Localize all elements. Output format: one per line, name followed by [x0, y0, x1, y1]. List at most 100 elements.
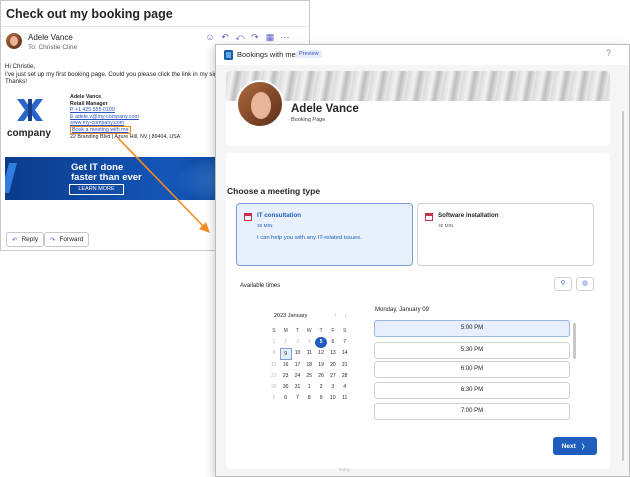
calendar-day[interactable]: 7: [292, 393, 304, 404]
calendar-day[interactable]: 10: [327, 393, 339, 404]
calendar-day[interactable]: 28: [339, 371, 351, 382]
calendar-day[interactable]: 3: [327, 382, 339, 393]
time-slot-scrollbar[interactable]: [573, 323, 576, 359]
calendar-day[interactable]: 11: [339, 393, 351, 404]
host-name: Adele Vance: [291, 103, 359, 115]
time-slot[interactable]: 5:30 PM: [374, 342, 570, 359]
forward-button[interactable]: ↷ Forward: [44, 232, 90, 247]
calendar-day[interactable]: 20: [327, 360, 339, 371]
time-slot[interactable]: 6:00 PM: [374, 361, 570, 378]
calendar-day[interactable]: 31: [292, 382, 304, 393]
globe-icon: ◍: [581, 280, 589, 287]
forward-label: Forward: [59, 236, 84, 243]
time-slot[interactable]: 6:30 PM: [374, 382, 570, 399]
signature-address: 22 Branding Blvd | Azure Hill, NV | 8940…: [70, 133, 181, 140]
sender-avatar[interactable]: [6, 33, 22, 49]
reply-icon[interactable]: ↶: [220, 32, 230, 43]
calendar-day[interactable]: 21: [339, 360, 351, 371]
signature-phone[interactable]: P +1 425 555 0109: [70, 107, 180, 114]
calendar-day[interactable]: 16: [280, 360, 292, 371]
booking-link[interactable]: Book a meeting with me: [70, 125, 131, 134]
body-line: Thanks!: [5, 78, 28, 85]
calendar-day: 2: [284, 339, 288, 346]
reply-all-icon[interactable]: ⤺: [235, 32, 245, 43]
calendar-day[interactable]: 25: [303, 371, 315, 382]
banner-headline: Get IT done faster than ever: [71, 163, 142, 183]
body-line: I've just set up my first booking page. …: [5, 70, 235, 78]
available-times-label: Available times: [240, 283, 281, 289]
calendar-day[interactable]: 2: [315, 382, 327, 393]
calendar-day-today[interactable]: 5: [315, 337, 327, 349]
calendar-day: 4: [307, 339, 311, 346]
calendar-day[interactable]: 26: [315, 371, 327, 382]
calendar-day[interactable]: 30: [280, 382, 292, 393]
email-body: Hi Christie, I've just set up my first b…: [5, 63, 235, 86]
calendar-day[interactable]: 18: [303, 360, 315, 371]
banner-headline-line: faster than ever: [71, 172, 142, 183]
more-icon[interactable]: ⋯: [280, 32, 290, 43]
company-logo-icon: [17, 99, 43, 121]
calendar-day[interactable]: 7: [339, 337, 351, 348]
service-description: I can help you with any IT-related issue…: [257, 235, 362, 241]
calendar-day[interactable]: 4: [339, 382, 351, 393]
choose-heading: Choose a meeting type: [227, 186, 321, 196]
service-name: IT consultation: [257, 212, 301, 219]
calendar-day[interactable]: 19: [315, 360, 327, 371]
emoji-icon[interactable]: ☺: [205, 32, 215, 43]
calendar-week: 29 30 31 1 2 3 4: [268, 382, 358, 393]
service-card-software-installation[interactable]: Software installation 30 MIN: [417, 203, 594, 266]
reply-label: Reply: [21, 236, 39, 243]
calendar-day[interactable]: 13: [327, 348, 339, 359]
calendar-grid: S M T W T F S 1 2 3 4 5 6 7 8 9 10 11 12…: [268, 326, 358, 404]
calendar-week: 5 6 7 8 9 10 11: [268, 393, 358, 404]
weekday-label: S: [272, 328, 276, 334]
calendar-week: 15 16 17 18 19 20 21: [268, 360, 358, 371]
signature-email[interactable]: E adele.v@my-company.com: [70, 114, 180, 121]
calendar-day[interactable]: 17: [292, 360, 304, 371]
learn-more-button[interactable]: LEARN MORE: [69, 184, 124, 195]
recipient-line: To: Christie Cline: [28, 44, 78, 51]
weekday-label: S: [343, 328, 347, 334]
forward-icon[interactable]: ↷: [250, 32, 260, 43]
calendar-day[interactable]: 6: [327, 337, 339, 348]
calendar-day: 1: [272, 339, 276, 346]
next-button[interactable]: Next 〉: [553, 437, 597, 455]
help-icon[interactable]: ?: [606, 48, 611, 58]
calendar-day[interactable]: 14: [339, 348, 351, 359]
calendar-day: 8: [272, 350, 276, 357]
service-card-it-consultation[interactable]: IT consultation 30 MIN I can help you wi…: [236, 203, 413, 266]
today-link[interactable]: Today: [338, 467, 350, 472]
calendar-day[interactable]: 6: [280, 393, 292, 404]
filter-button[interactable]: ⚲: [554, 277, 572, 291]
calendar-day[interactable]: 23: [280, 371, 292, 382]
calendar-day[interactable]: 11: [303, 348, 315, 359]
calendar-day: 5: [272, 395, 276, 402]
calendar-icon: [244, 213, 252, 221]
calendar-day[interactable]: 8: [303, 393, 315, 404]
signature-name: Adele Vance: [70, 94, 102, 100]
preview-badge: Preview: [296, 50, 322, 58]
calendar-day[interactable]: 12: [315, 348, 327, 359]
title-bar: Bookings with me Preview ?: [216, 45, 629, 65]
calendar-day[interactable]: 10: [292, 348, 304, 359]
calendar-day[interactable]: 1: [303, 382, 315, 393]
time-slot[interactable]: 5:00 PM: [374, 320, 570, 337]
next-month-icon[interactable]: ↓: [344, 313, 347, 319]
prev-month-icon[interactable]: ↑: [334, 313, 337, 319]
sender-name[interactable]: Adele Vance: [28, 33, 73, 42]
reply-button[interactable]: ↶ Reply: [6, 232, 45, 247]
timezone-button[interactable]: ◍: [576, 277, 594, 291]
calendar-week: 8 9 10 11 12 13 14: [268, 348, 358, 360]
service-duration: 30 MIN: [257, 224, 273, 229]
calendar-day[interactable]: 27: [327, 371, 339, 382]
calendar-day-selected[interactable]: 9: [279, 348, 292, 360]
calendar-day[interactable]: 9: [315, 393, 327, 404]
time-slot[interactable]: 7:00 PM: [374, 403, 570, 420]
header-image: [226, 71, 610, 101]
grid-icon[interactable]: ▦: [265, 32, 275, 43]
forward-icon: ↷: [50, 236, 56, 244]
divider: [1, 26, 309, 27]
calendar-day: 3: [296, 339, 299, 346]
calendar-day[interactable]: 24: [292, 371, 304, 382]
page-scrollbar[interactable]: [621, 111, 625, 461]
